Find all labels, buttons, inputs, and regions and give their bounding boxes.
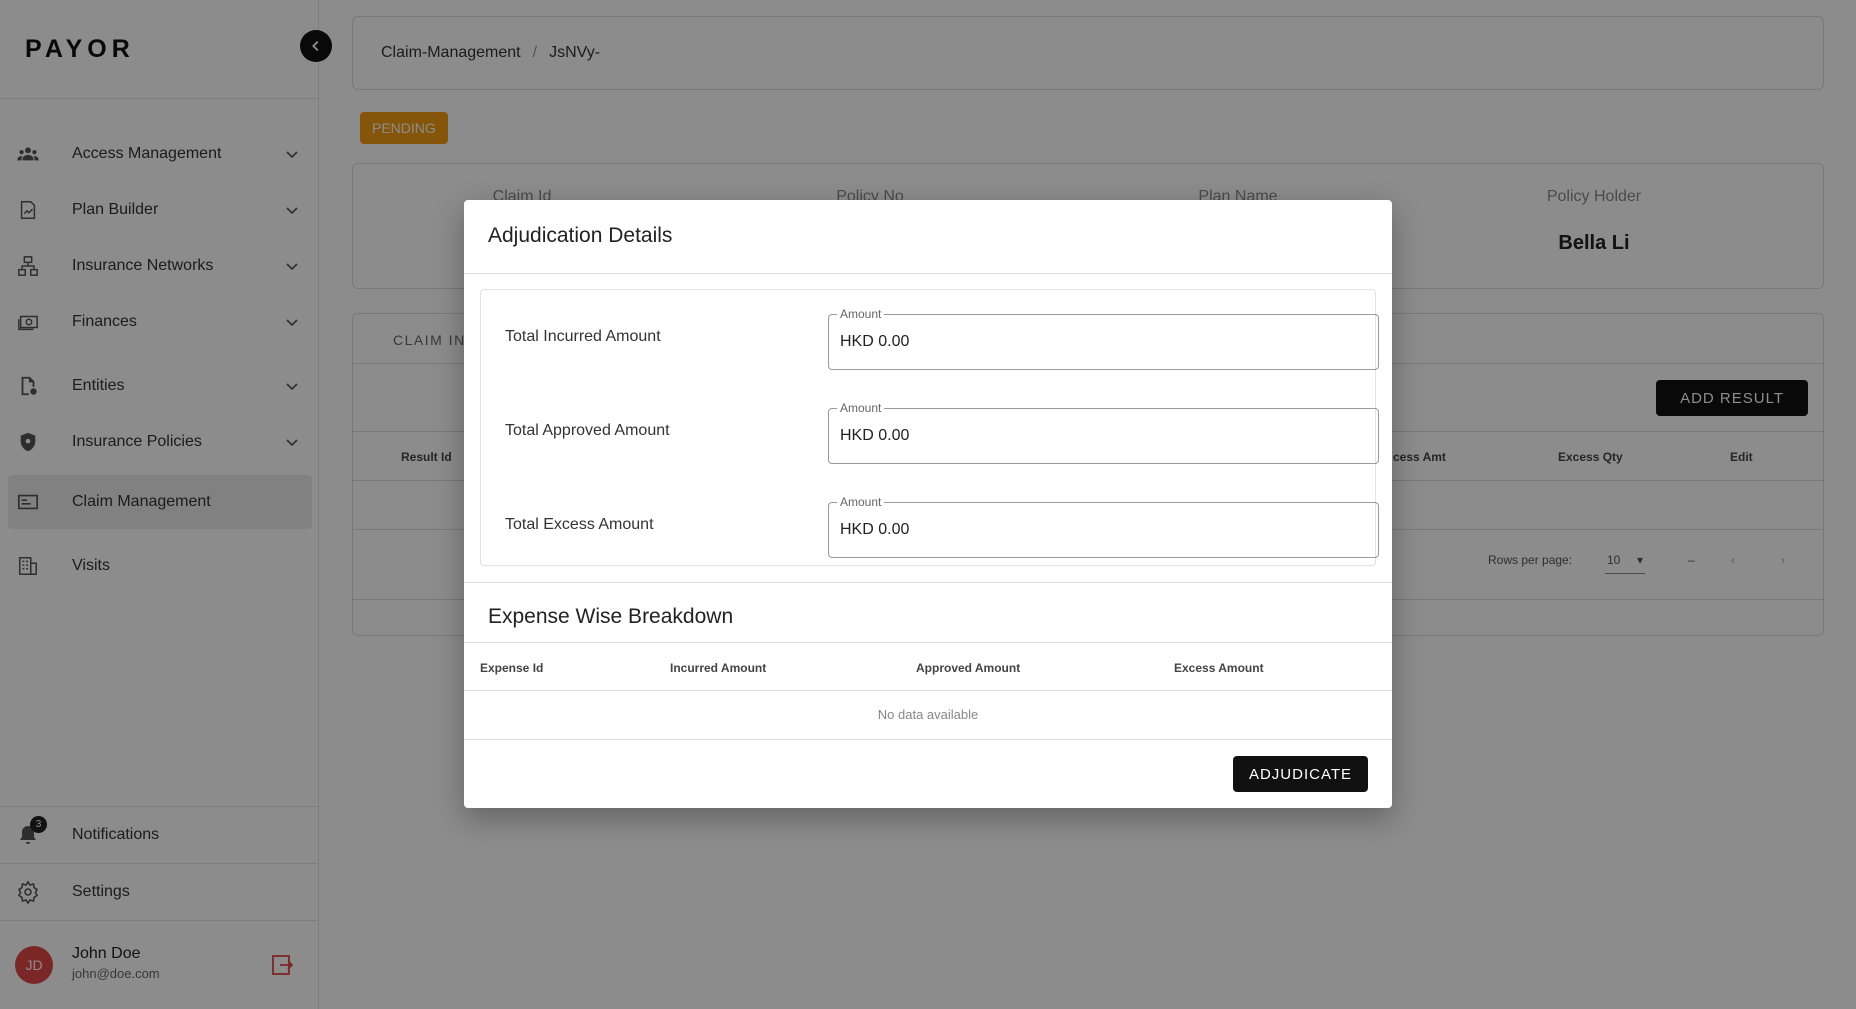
field-value: HKD 0.00 xyxy=(840,333,910,350)
amounts-card: Total Incurred Amount Amount HKD 0.00 To… xyxy=(480,289,1379,566)
divider xyxy=(464,273,1392,274)
breakdown-title: Expense Wise Breakdown xyxy=(488,605,734,628)
field-value: HKD 0.00 xyxy=(840,427,910,444)
field-legend: Amount xyxy=(837,401,885,415)
adjudicate-button[interactable]: ADJUDICATE xyxy=(1232,756,1368,792)
adjudication-dialog: Adjudication Details Total Incurred Amou… xyxy=(464,200,1392,808)
column-expense-id: Expense Id xyxy=(480,661,544,675)
divider xyxy=(464,739,1392,740)
total-incurred-amount-field[interactable]: Amount HKD 0.00 xyxy=(828,307,1379,370)
column-excess-amount: Excess Amount xyxy=(1174,661,1264,675)
column-approved-amount: Approved Amount xyxy=(916,661,1021,675)
expense-table-header: Expense Id Incurred Amount Approved Amou… xyxy=(464,642,1392,691)
dialog-title: Adjudication Details xyxy=(488,224,673,247)
field-value: HKD 0.00 xyxy=(840,521,910,538)
field-legend: Amount xyxy=(837,495,885,509)
field-legend: Amount xyxy=(837,307,885,321)
total-approved-label: Total Approved Amount xyxy=(505,422,670,439)
column-incurred-amount: Incurred Amount xyxy=(670,661,767,675)
empty-state: No data available xyxy=(877,707,979,722)
divider xyxy=(464,582,1392,583)
total-incurred-label: Total Incurred Amount xyxy=(505,328,661,345)
total-excess-amount-field[interactable]: Amount HKD 0.00 xyxy=(828,495,1379,558)
total-approved-amount-field[interactable]: Amount HKD 0.00 xyxy=(828,401,1379,464)
total-excess-label: Total Excess Amount xyxy=(505,516,654,533)
